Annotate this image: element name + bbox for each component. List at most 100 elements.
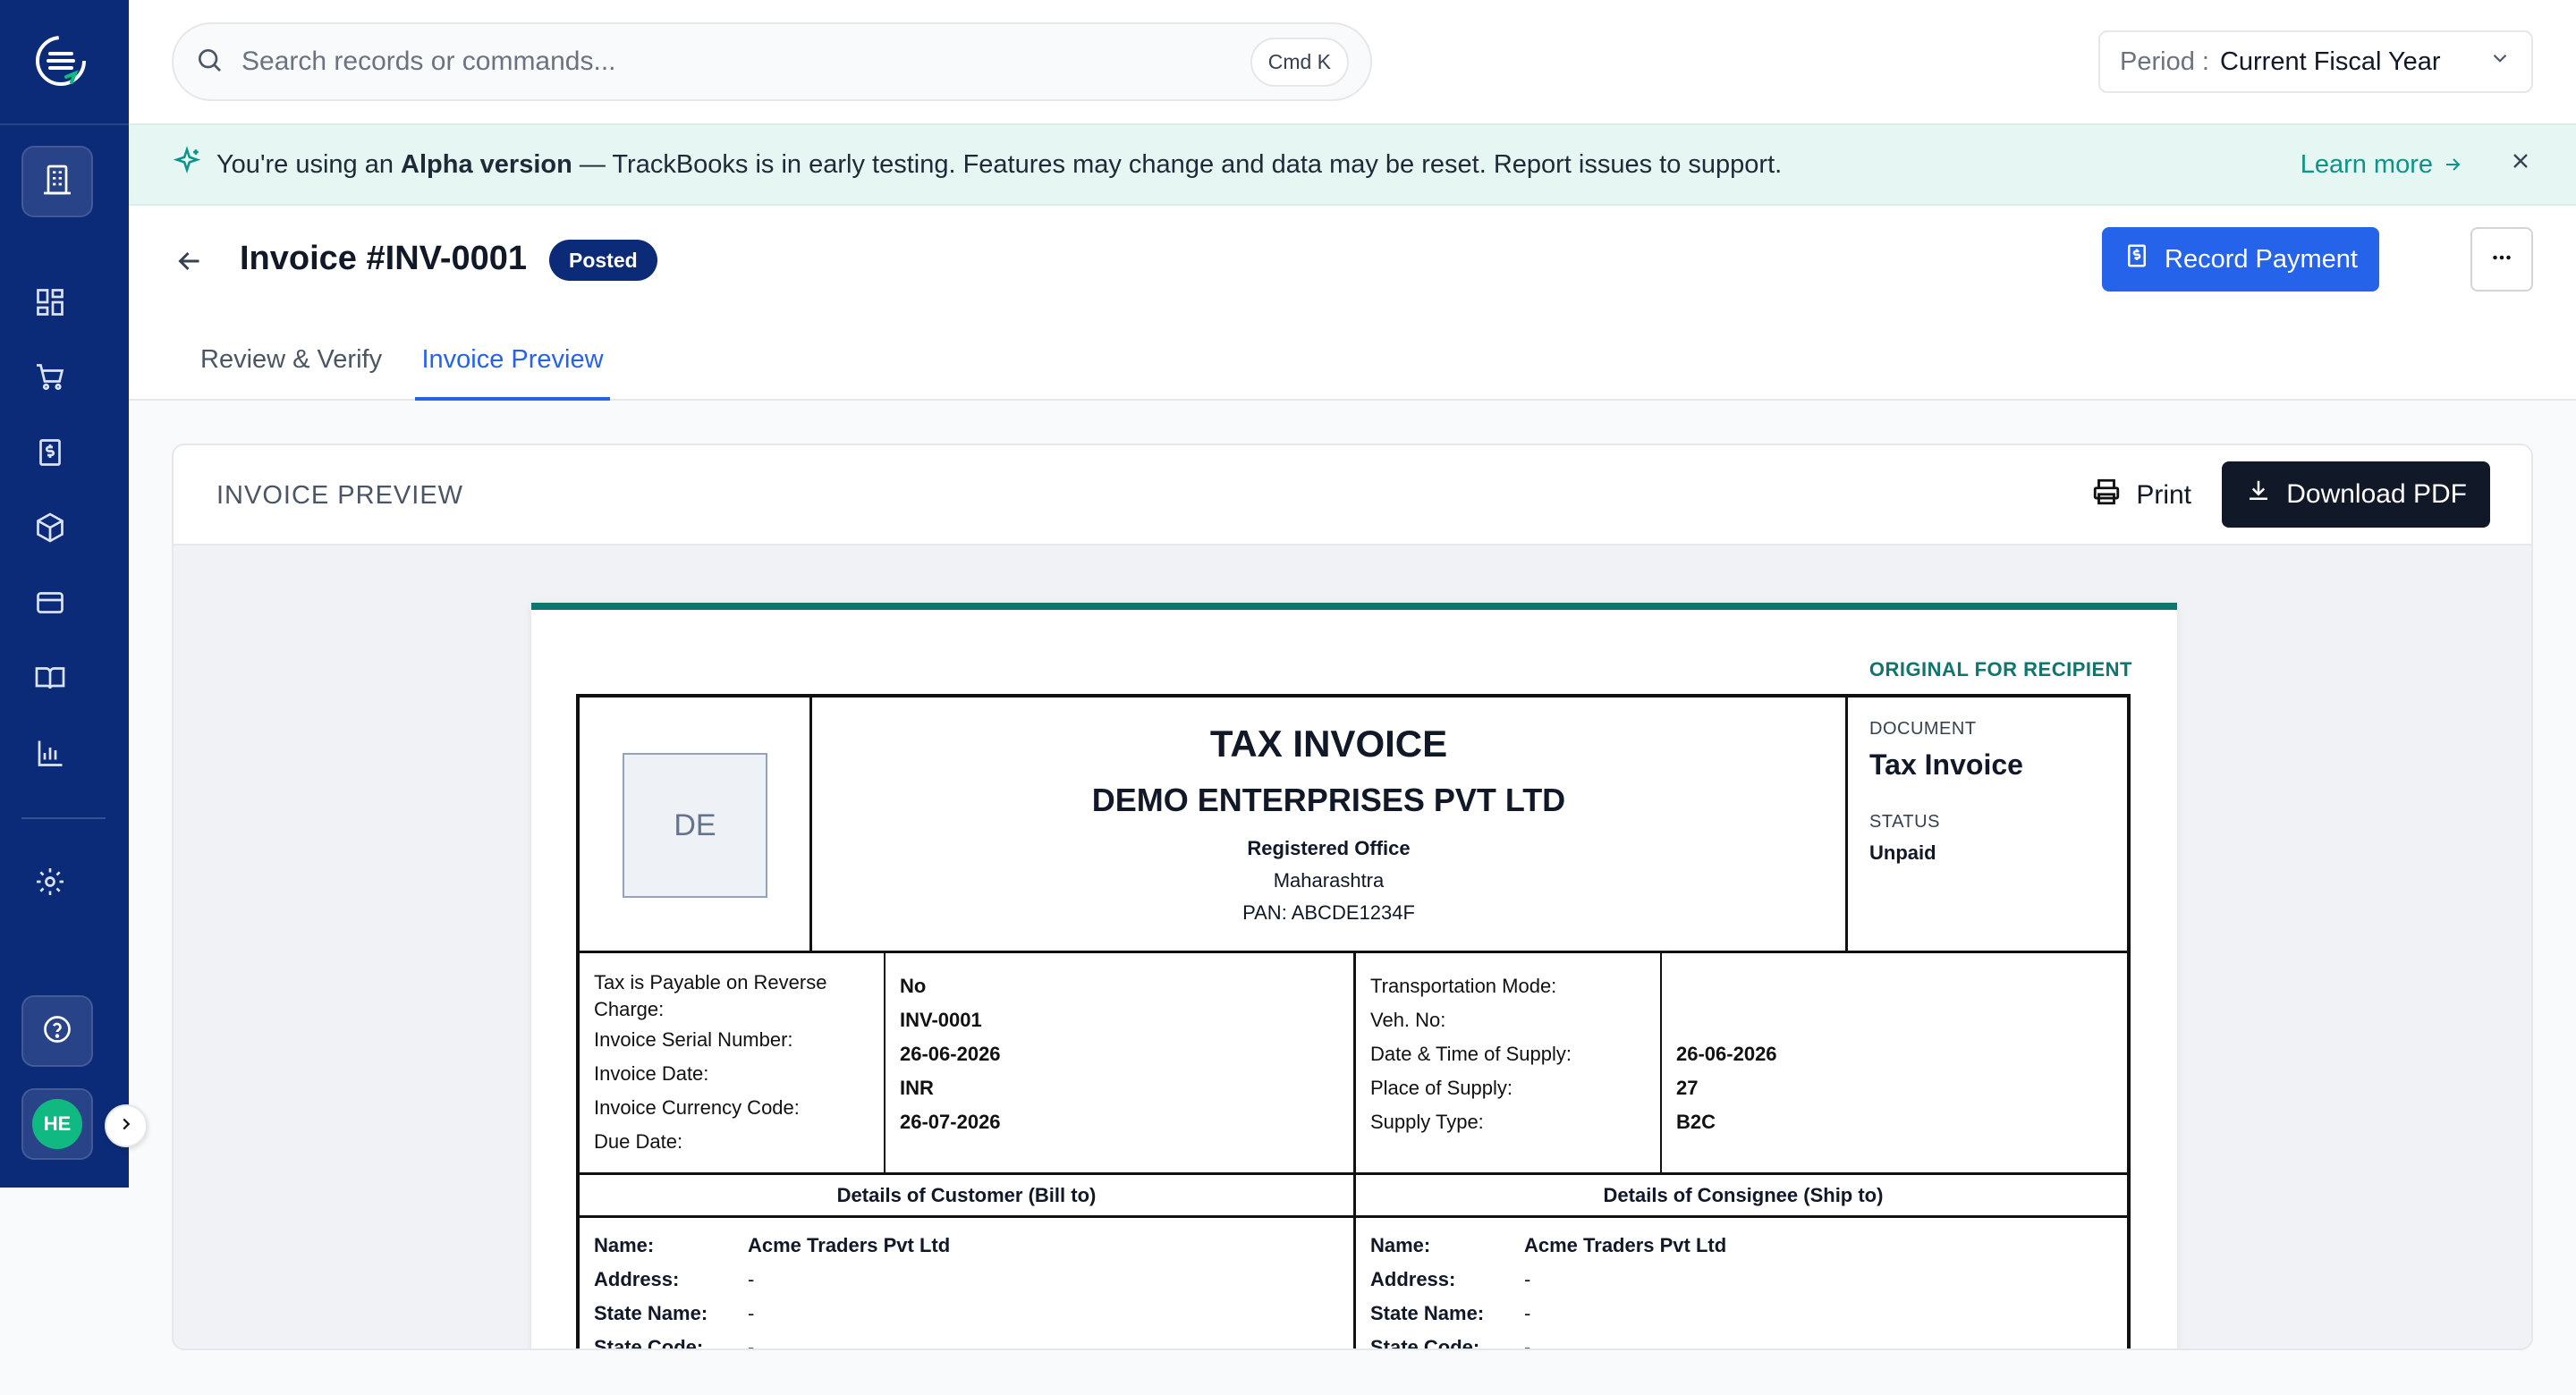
meta-labels-left: Tax is Payable on Reverse Charge: Invoic… <box>580 953 886 1172</box>
avatar: HE <box>32 1099 82 1149</box>
document-info: DOCUMENT Tax Invoice STATUS Unpaid <box>1845 698 2131 951</box>
meta-label: Invoice Date: <box>594 1062 709 1085</box>
card-title: INVOICE PREVIEW <box>216 481 464 510</box>
party-details: Name: Acme Traders Pvt Ltd Address: - Stat… <box>580 1218 2127 1350</box>
invoice-document: ORIGINAL FOR RECIPIENT DE TAX INVOICE DE… <box>531 603 2177 1350</box>
sidebar-item-ledger[interactable] <box>30 660 70 699</box>
company-info: TAX INVOICE DEMO ENTERPRISES PVT LTD Reg… <box>812 698 1845 951</box>
invoice-header-row: DE TAX INVOICE DEMO ENTERPRISES PVT LTD … <box>580 698 2127 953</box>
period-select[interactable]: Period : Current Fiscal Year <box>2098 30 2533 93</box>
consignee-heading: Details of Consignee (Ship to) <box>1603 1183 1884 1206</box>
page-header: Invoice #INV-0001 Posted Record Payment … <box>129 206 2576 401</box>
sidebar-item-dashboard[interactable] <box>30 284 70 324</box>
sparkle-icon <box>172 146 202 183</box>
registered-office-label: Registered Office <box>1247 837 1411 859</box>
sidebar-item-banking[interactable] <box>30 585 70 624</box>
print-button[interactable]: Print <box>2091 472 2191 519</box>
sidebar-item-sales[interactable] <box>30 359 70 399</box>
customer-field: Address: - <box>594 1268 755 1290</box>
company-logo-cell: DE <box>580 698 812 951</box>
chevron-down-icon <box>2488 46 2512 77</box>
meta-label: Veh. No: <box>1370 1009 1446 1031</box>
payment-status: Unpaid <box>1869 841 1936 864</box>
meta-value <box>1676 969 2131 1003</box>
tab-review-verify[interactable]: Review & Verify <box>200 338 382 401</box>
search-input[interactable] <box>242 46 1250 77</box>
customer-details: Name: Acme Traders Pvt Ltd Address: - Stat… <box>580 1218 1356 1350</box>
consignee-details: Name: Acme Traders Pvt Ltd Address: - Stat… <box>1356 1218 2131 1350</box>
sidebar-divider <box>0 123 129 125</box>
meta-label: Place of Supply: <box>1370 1077 1513 1099</box>
sidebar-item-inventory[interactable] <box>30 510 70 549</box>
page-title: Invoice #INV-0001 <box>240 240 528 277</box>
sidebar: HE <box>0 0 129 1188</box>
meta-label: Invoice Serial Number: <box>594 1028 793 1051</box>
more-horizontal-icon <box>2488 244 2515 275</box>
help-button[interactable] <box>21 995 93 1067</box>
company-state: Maharashtra <box>1273 869 1385 892</box>
tab-invoice-preview[interactable]: Invoice Preview <box>415 338 610 401</box>
meta-value: INR <box>900 1077 934 1099</box>
company-name: DEMO ENTERPRISES PVT LTD <box>1091 782 1566 818</box>
status-label: STATUS <box>1869 812 1940 832</box>
consignee-field: Address: - <box>1370 1268 1531 1290</box>
bar-chart-icon <box>34 737 66 774</box>
status-badge: Posted <box>549 240 657 281</box>
arrow-right-icon <box>2446 158 2461 171</box>
document-label: DOCUMENT <box>1869 719 1977 739</box>
meta-label: Transportation Mode: <box>1370 975 1557 997</box>
download-pdf-button[interactable]: Download PDF <box>2222 461 2490 528</box>
user-menu[interactable]: HE <box>21 1088 93 1160</box>
meta-label: Date & Time of Supply: <box>1370 1043 1572 1065</box>
meta-label: Tax is Payable on Reverse Charge: <box>594 971 827 1020</box>
search-icon <box>195 46 224 79</box>
card-header: INVOICE PREVIEW Print Download PDF <box>174 445 2531 545</box>
settings-gear-icon <box>34 866 66 902</box>
customer-field: State Name: - <box>594 1302 755 1324</box>
banner-message: You're using an Alpha version — TrackBoo… <box>216 149 1783 179</box>
meta-value: B2C <box>1676 1111 1716 1133</box>
meta-value: 26-06-2026 <box>900 1043 1001 1065</box>
copy-label: ORIGINAL FOR RECIPIENT <box>1868 658 2132 681</box>
building-icon <box>39 162 75 202</box>
meta-values-right: 26-06-2026 27 B2C <box>1662 953 2131 1172</box>
close-icon[interactable] <box>2508 148 2533 181</box>
receipt-dollar-icon <box>2123 242 2150 276</box>
invoice-preview-card: INVOICE PREVIEW Print Download PDF ORIGI… <box>172 444 2533 1350</box>
alpha-banner: You're using an Alpha version — TrackBoo… <box>129 123 2576 206</box>
meta-label: Due Date: <box>594 1130 683 1153</box>
help-circle-icon <box>41 1013 73 1050</box>
sidebar-expand-button[interactable] <box>105 1104 148 1147</box>
printer-icon <box>2091 477 2122 514</box>
party-headings: Details of Customer (Bill to) Details of… <box>580 1175 2127 1218</box>
record-payment-button[interactable]: Record Payment <box>2102 227 2379 292</box>
sidebar-separator <box>21 817 106 819</box>
company-pan: PAN: ABCDE1234F <box>1242 901 1415 924</box>
invoice-doc-title: TAX INVOICE <box>1209 723 1448 765</box>
shopping-cart-icon <box>34 361 66 398</box>
back-button[interactable] <box>170 243 209 283</box>
trackbooks-logo-icon[interactable] <box>32 32 89 89</box>
period-label: Period : <box>2120 46 2209 76</box>
customer-field: State Code: - <box>594 1336 755 1350</box>
sidebar-item-invoices[interactable] <box>30 435 70 474</box>
meta-values-left: No INV-0001 26-06-2026 INR 26-07-2026 <box>886 953 1356 1172</box>
customer-heading: Details of Customer (Bill to) <box>580 1175 1356 1215</box>
learn-more-link[interactable]: Learn more <box>2301 150 2463 180</box>
sidebar-item-company[interactable] <box>21 146 93 217</box>
search-box[interactable]: Cmd K <box>172 22 1372 101</box>
company-logo: DE <box>623 753 767 898</box>
meta-value: 26-06-2026 <box>1676 1043 1777 1065</box>
package-box-icon <box>34 512 66 548</box>
sidebar-item-reports[interactable] <box>30 735 70 774</box>
more-actions-button[interactable] <box>2470 227 2533 292</box>
dashboard-grid-icon <box>34 286 66 323</box>
meta-value: 27 <box>1676 1077 1699 1099</box>
meta-label: Supply Type: <box>1370 1111 1484 1133</box>
top-bar: Cmd K Period : Current Fiscal Year <box>129 0 2576 123</box>
credit-card-icon <box>34 587 66 623</box>
consignee-field: State Code: - <box>1370 1336 1531 1350</box>
chevron-right-icon <box>116 1114 136 1138</box>
meta-value: 26-07-2026 <box>900 1111 1001 1133</box>
sidebar-item-settings[interactable] <box>30 864 70 903</box>
